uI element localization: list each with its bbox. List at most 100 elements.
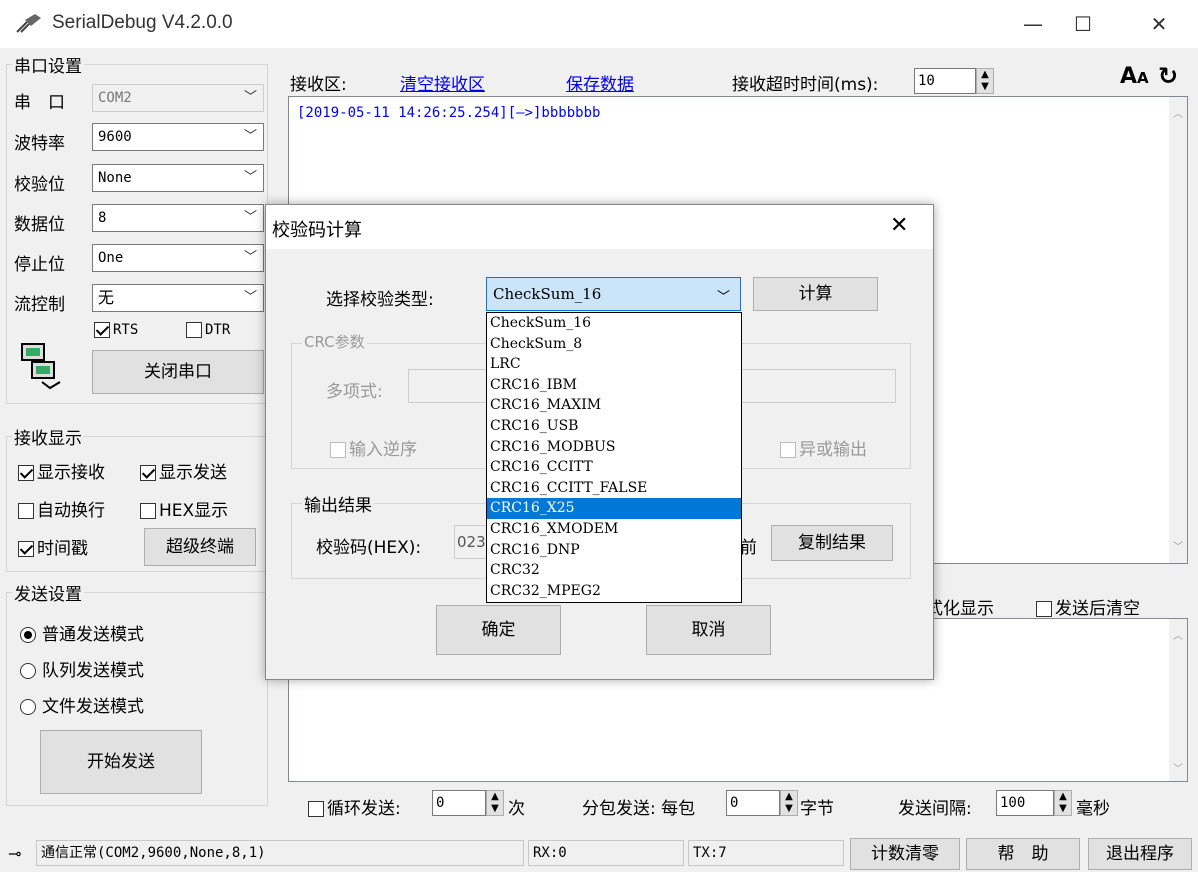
interval-input[interactable]: 100 [996,790,1054,816]
queue-mode-radio[interactable]: 队列发送模式 [20,656,144,681]
port-value: COM2 [98,90,132,106]
input-reverse-checkbox[interactable]: 输入逆序 [330,435,417,460]
dropdown-option[interactable]: CRC16_X25 [487,498,741,519]
flow-select[interactable]: 无 ﹀ [92,284,264,312]
parity-select[interactable]: None ﹀ [92,164,264,192]
poly-label: 多项式: [326,382,383,402]
dropdown-option[interactable]: CRC16_CCITT [487,457,741,478]
font-size-icon[interactable]: AA [1120,64,1149,89]
check-icon [140,503,156,519]
scroll-up-icon[interactable]: ︿ [1169,105,1187,120]
scroll-down-icon[interactable]: ﹀ [1169,760,1187,775]
front-label: 前 [740,538,757,558]
databits-value: 8 [98,210,107,226]
loop-count-input[interactable]: 0 [432,790,486,816]
loop-send-checkbox[interactable]: 循环发送: [308,794,401,819]
dropdown-option[interactable]: LRC [487,354,741,375]
title-bar: SerialDebug V4.2.0.0 — ☐ ✕ [0,0,1198,48]
dropdown-option[interactable]: CRC16_IBM [487,375,741,396]
parity-label: 校验位 [14,175,65,195]
reset-count-button[interactable]: 计数清零 [850,838,960,870]
checksum-dialog: 校验码计算 ✕ 选择校验类型: CheckSum_16 ﹀ 计算 CRC参数 多… [265,204,934,680]
baud-value: 9600 [98,129,132,145]
flow-value: 无 [98,288,115,307]
dropdown-option[interactable]: CRC16_CCITT_FALSE [487,478,741,499]
check-icon [780,442,796,458]
rts-label: RTS [113,322,139,338]
show-send-checkbox[interactable]: 显示发送 [140,458,227,483]
xor-output-label: 异或输出 [799,440,867,460]
file-mode-radio[interactable]: 文件发送模式 [20,692,144,717]
dialog-close-icon[interactable]: ✕ [890,213,908,238]
receive-log-line: [2019-05-11 14:26:25.254][—>]bbbbbbb [297,105,601,121]
clear-after-send-checkbox[interactable]: 发送后清空 [1036,594,1140,619]
interval-unit: 毫秒 [1076,799,1110,819]
xor-output-checkbox[interactable]: 异或输出 [780,435,867,460]
databits-select[interactable]: 8 ﹀ [92,204,264,232]
show-recv-checkbox[interactable]: 显示接收 [18,458,105,483]
close-port-button[interactable]: 关闭串口 [92,350,264,394]
tx-counter: TX:7 [688,840,844,866]
refresh-icon[interactable]: ↻ [1158,62,1178,90]
chevron-down-icon: ﹀ [243,129,257,144]
close-window-button[interactable]: ✕ [1134,8,1184,40]
recv-area-label: 接收区: [290,75,347,95]
show-send-label: 显示发送 [159,463,227,483]
loop-unit: 次 [508,799,525,819]
dropdown-option[interactable]: CRC16_XMODEM [487,519,741,540]
packet-size-input[interactable]: 0 [726,790,780,816]
packet-label: 分包发送: 每包 [582,799,696,819]
dropdown-option[interactable]: CheckSum_16 [487,313,741,334]
loop-spinner[interactable]: ▲ ▼ [486,790,504,816]
stopbits-select[interactable]: One ﹀ [92,244,264,272]
start-send-button[interactable]: 开始发送 [40,730,202,794]
recv-scrollbar[interactable]: ︿ ﹀ [1169,97,1187,563]
flow-label: 流控制 [14,295,65,315]
dropdown-option[interactable]: CRC32_MPEG2 [487,581,741,602]
port-select[interactable]: COM2 ﹀ [92,84,264,112]
timeout-input[interactable]: 10 [914,68,976,94]
dtr-label: DTR [205,322,231,338]
file-mode-label: 文件发送模式 [42,697,144,717]
dropdown-option[interactable]: CRC16_MODBUS [487,437,741,458]
interval-spinner[interactable]: ▲ ▼ [1054,790,1072,816]
hex-display-checkbox[interactable]: HEX显示 [140,496,228,521]
exit-button[interactable]: 退出程序 [1088,838,1192,870]
baud-select[interactable]: 9600 ﹀ [92,123,264,151]
ok-button[interactable]: 确定 [436,605,561,655]
minimize-button[interactable]: — [1008,8,1058,40]
super-terminal-button[interactable]: 超级终端 [144,528,256,566]
normal-mode-radio[interactable]: 普通发送模式 [20,620,144,645]
check-icon [140,465,156,481]
packet-spinner[interactable]: ▲ ▼ [780,790,798,816]
interval-label: 发送间隔: [898,799,972,819]
maximize-button[interactable]: ☐ [1058,8,1108,40]
dtr-checkbox[interactable]: DTR [186,322,230,338]
send-settings-title: 发送设置 [12,580,84,605]
dropdown-option[interactable]: CRC16_MAXIM [487,395,741,416]
format-display-label: 式化显示 [926,599,994,619]
checksum-label: 校验码(HEX): [316,538,422,558]
checksum-type-dropdown[interactable]: CheckSum_16 CheckSum_8 LRC CRC16_IBM CRC16_M… [486,312,742,603]
dropdown-option[interactable]: CRC32 [487,560,741,581]
scroll-up-icon[interactable]: ︿ [1169,627,1187,642]
checksum-type-select[interactable]: CheckSum_16 ﹀ [486,277,741,311]
plug-icon: ⊸ [8,844,22,863]
dropdown-option[interactable]: CheckSum_8 [487,334,741,355]
clear-recv-link[interactable]: 清空接收区 [400,70,485,95]
auto-wrap-checkbox[interactable]: 自动换行 [18,496,105,521]
help-button[interactable]: 帮 助 [966,838,1080,870]
copy-result-button[interactable]: 复制结果 [771,525,893,561]
send-scrollbar[interactable]: ︿ ﹀ [1169,619,1187,781]
baud-label: 波特率 [14,134,65,154]
auto-wrap-label: 自动换行 [37,501,105,521]
cancel-button[interactable]: 取消 [646,605,771,655]
timeout-spinner[interactable]: ▲ ▼ [976,68,994,94]
timestamp-checkbox[interactable]: 时间戳 [18,534,88,559]
scroll-down-icon[interactable]: ﹀ [1169,538,1187,553]
dropdown-option[interactable]: CRC16_DNP [487,540,741,561]
save-data-link[interactable]: 保存数据 [566,70,634,95]
rts-checkbox[interactable]: RTS [94,322,138,338]
dropdown-option[interactable]: CRC16_USB [487,416,741,437]
calculate-button[interactable]: 计算 [753,277,878,311]
